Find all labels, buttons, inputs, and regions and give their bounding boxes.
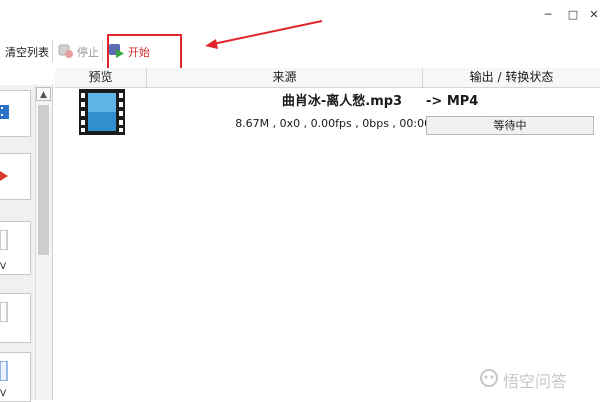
thumbnail-item[interactable] — [0, 153, 31, 200]
left-scrollbar[interactable]: ▲ — [35, 85, 52, 400]
file-icon — [0, 301, 8, 325]
column-header-output-status[interactable]: 输出 / 转换状态 — [423, 68, 600, 87]
conversion-status[interactable]: 等待中 — [426, 116, 594, 135]
column-header-preview[interactable]: 预览 — [55, 68, 147, 87]
annotation-arrow — [205, 20, 323, 49]
scroll-thumb[interactable] — [38, 105, 49, 255]
flash-icon — [0, 170, 8, 184]
wukong-logo-icon — [480, 369, 498, 391]
watermark: 悟空问答 — [480, 368, 567, 392]
film-icon — [0, 105, 10, 122]
column-header-source[interactable]: 来源 — [147, 68, 423, 87]
scroll-up-button[interactable]: ▲ — [36, 87, 51, 101]
watermark-text: 悟空问答 — [503, 372, 568, 391]
table-row[interactable]: 曲肖冰-离人愁.mp3 8.67M , 0x0 , 0.00fps , 0bps… — [55, 87, 600, 147]
thumbnail-label: V — [0, 389, 7, 399]
thumbnail-item[interactable]: V — [0, 221, 31, 275]
file-table-header: 预览 来源 输出 / 转换状态 — [55, 68, 600, 88]
thumbnail-item[interactable] — [0, 90, 31, 137]
video-file-icon — [79, 89, 125, 139]
file-icon — [0, 360, 8, 384]
file-icon — [0, 229, 8, 253]
thumbnail-label: V — [0, 262, 7, 272]
output-format[interactable]: -> MP4 — [426, 94, 478, 109]
thumbnail-item[interactable]: V — [0, 352, 31, 402]
thumbnail-item[interactable] — [0, 293, 31, 343]
